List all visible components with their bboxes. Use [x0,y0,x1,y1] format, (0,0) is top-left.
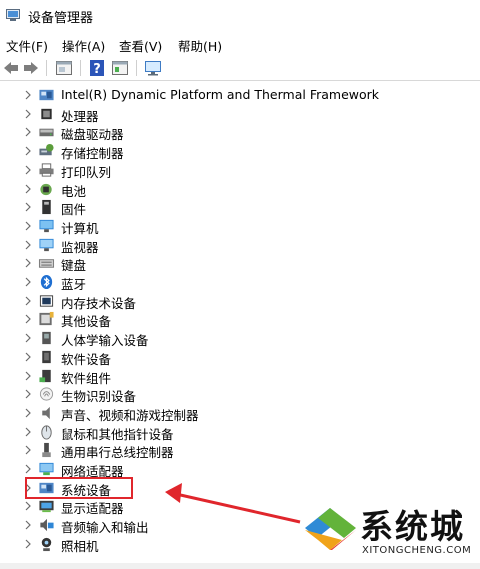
watermark-url: XITONGCHENG.COM [362,545,472,556]
horizontal-scrollbar[interactable] [0,563,480,569]
watermark-brand: 系统城 [360,507,465,546]
annotation-arrow [165,483,301,524]
